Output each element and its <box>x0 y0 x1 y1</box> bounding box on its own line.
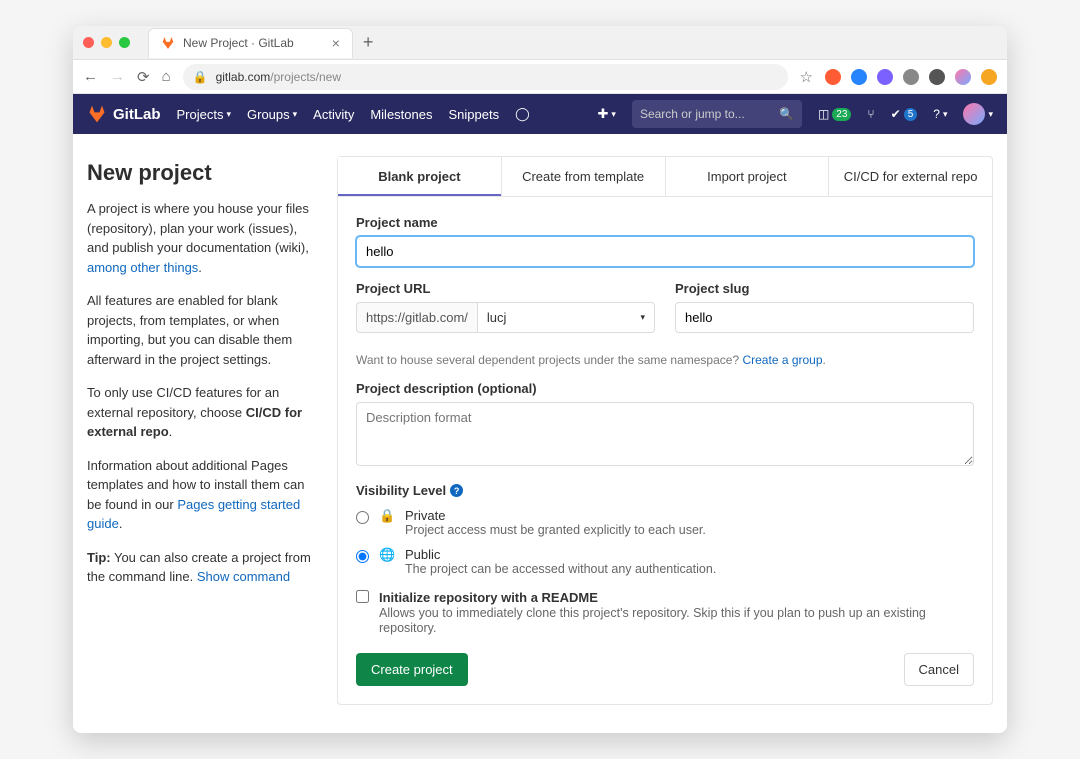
gitlab-navbar: GitLab Projects▾ Groups▾ Activity Milest… <box>73 94 1007 134</box>
plus-dropdown[interactable]: ✚ ▾ <box>598 106 616 122</box>
create-project-button[interactable]: Create project <box>356 653 468 686</box>
url-field[interactable]: 🔒 gitlab.com/projects/new <box>183 64 788 90</box>
project-name-label: Project name <box>356 215 974 230</box>
help-icon[interactable]: ? <box>450 484 463 497</box>
tab-title: New Project · GitLab <box>183 36 294 50</box>
description-input[interactable] <box>356 402 974 466</box>
forward-button[interactable]: → <box>110 68 125 85</box>
visibility-private-radio[interactable] <box>356 511 369 524</box>
description-label: Project description (optional) <box>356 381 974 396</box>
address-bar: ← → ⟳ ⌂ 🔒 gitlab.com/projects/new ☆ <box>73 60 1007 94</box>
user-menu[interactable]: ▾ <box>963 103 993 125</box>
nav-milestones[interactable]: Milestones <box>370 107 432 122</box>
visibility-label: Visibility Level ? <box>356 483 974 498</box>
url-prefix: https://gitlab.com/ <box>356 302 477 333</box>
nav-snippets[interactable]: Snippets <box>448 107 499 122</box>
main-panel: Blank project Create from template Impor… <box>337 156 993 705</box>
merge-requests-icon[interactable]: ⑂ <box>867 107 874 121</box>
brand-text: GitLab <box>113 106 161 123</box>
todos-counter[interactable]: ✔5 <box>891 107 918 121</box>
nav-groups[interactable]: Groups▾ <box>247 107 297 122</box>
url-path: /projects/new <box>270 70 341 84</box>
url-host: gitlab.com <box>216 70 271 84</box>
project-type-tabs: Blank project Create from template Impor… <box>338 157 992 197</box>
show-command-link[interactable]: Show command <box>197 569 290 584</box>
browser-window: New Project · GitLab × + ← → ⟳ ⌂ 🔒 gitla… <box>73 26 1007 733</box>
chevron-down-icon: ▾ <box>640 312 645 323</box>
extension-icon[interactable] <box>825 69 841 85</box>
extension-icons <box>825 69 997 85</box>
gitlab-logo[interactable]: GitLab <box>87 104 161 124</box>
avatar <box>963 103 985 125</box>
nav-ci-icon[interactable]: ◯ <box>515 106 530 122</box>
new-project-form: Project name Project URL https://gitlab.… <box>338 197 992 704</box>
nav-activity[interactable]: Activity <box>313 107 354 122</box>
extension-icon[interactable] <box>903 69 919 85</box>
page-title: New project <box>87 156 317 189</box>
tab-import-project[interactable]: Import project <box>666 157 830 196</box>
tab-close-icon[interactable]: × <box>332 35 340 51</box>
cancel-button[interactable]: Cancel <box>904 653 974 686</box>
home-button[interactable]: ⌂ <box>162 68 171 85</box>
extension-icon[interactable] <box>851 69 867 85</box>
issues-counter[interactable]: ◫23 <box>818 107 851 121</box>
tab-cicd-external[interactable]: CI/CD for external repo <box>829 157 992 196</box>
extension-icon[interactable] <box>929 69 945 85</box>
close-window-icon[interactable] <box>83 37 94 48</box>
star-icon[interactable]: ☆ <box>800 68 813 86</box>
global-search[interactable]: Search or jump to... 🔍 <box>632 100 802 128</box>
nav-projects[interactable]: Projects▾ <box>177 107 232 122</box>
extension-icon[interactable] <box>981 69 997 85</box>
group-hint: Want to house several dependent projects… <box>356 353 974 367</box>
reload-button[interactable]: ⟳ <box>137 68 150 86</box>
initialize-readme-checkbox[interactable] <box>356 590 369 603</box>
tab-create-from-template[interactable]: Create from template <box>502 157 666 196</box>
new-tab-button[interactable]: + <box>363 32 374 53</box>
window-controls <box>83 37 130 48</box>
back-button[interactable]: ← <box>83 68 98 85</box>
project-name-input[interactable] <box>356 236 974 267</box>
help-icon[interactable]: ?▾ <box>933 107 947 121</box>
create-group-link[interactable]: Create a group <box>742 353 822 367</box>
project-url-label: Project URL <box>356 281 655 296</box>
project-slug-input[interactable] <box>675 302 974 333</box>
browser-tab[interactable]: New Project · GitLab × <box>148 28 353 58</box>
titlebar: New Project · GitLab × + <box>73 26 1007 60</box>
globe-icon: 🌐 <box>379 547 395 563</box>
page-body: New project A project is where you house… <box>73 134 1007 733</box>
extension-icon[interactable] <box>877 69 893 85</box>
visibility-public-radio[interactable] <box>356 550 369 563</box>
tab-blank-project[interactable]: Blank project <box>338 157 502 196</box>
lock-icon: 🔒 <box>193 70 208 84</box>
sidebar: New project A project is where you house… <box>87 156 317 705</box>
gitlab-favicon-icon <box>161 36 175 50</box>
profile-avatar-icon[interactable] <box>955 69 971 85</box>
namespace-dropdown[interactable]: lucj ▾ <box>477 302 655 333</box>
lock-icon: 🔒 <box>379 508 395 524</box>
among-other-things-link[interactable]: among other things <box>87 260 198 275</box>
search-placeholder: Search or jump to... <box>640 107 745 121</box>
project-slug-label: Project slug <box>675 281 974 296</box>
search-icon: 🔍 <box>779 107 794 121</box>
minimize-window-icon[interactable] <box>101 37 112 48</box>
maximize-window-icon[interactable] <box>119 37 130 48</box>
